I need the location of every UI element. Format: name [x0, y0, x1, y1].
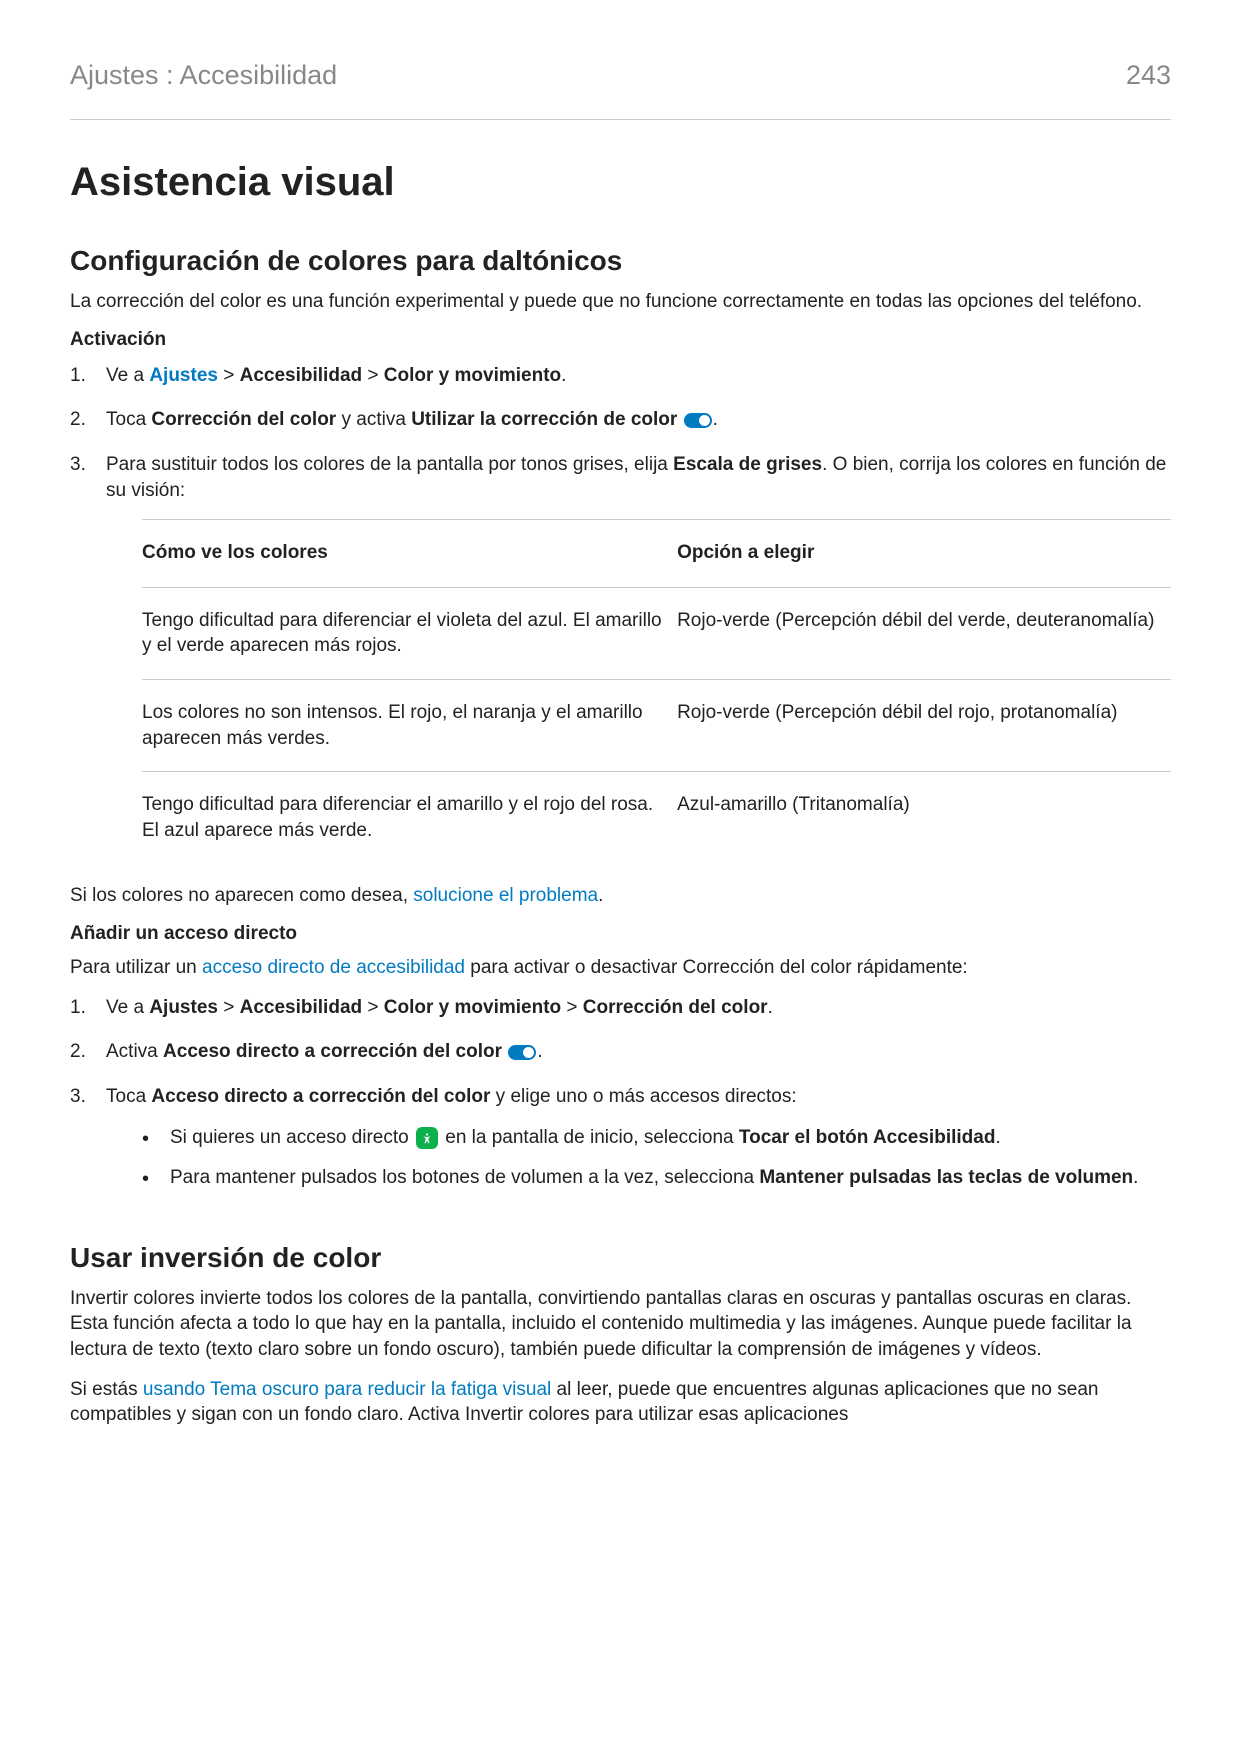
shortcut-intro: Para utilizar un acceso directo de acces…: [70, 955, 1171, 981]
step-3: Para sustituir todos los colores de la p…: [70, 452, 1171, 864]
text: en la pantalla de inicio, selecciona: [440, 1127, 739, 1148]
text: Accesibilidad: [240, 365, 363, 386]
settings-link[interactable]: Ajustes: [149, 365, 218, 386]
table-cell: Rojo-verde (Percepción débil del verde, …: [677, 587, 1171, 679]
toggle-on-icon: [684, 413, 712, 428]
color-table-wrap: Cómo ve los colores Opción a elegir Teng…: [142, 519, 1171, 863]
header-divider: [70, 119, 1171, 120]
section2-p1: Invertir colores invierte todos los colo…: [70, 1286, 1171, 1363]
text: Corrección del color: [151, 409, 336, 430]
table-row: Los colores no son intensos. El rojo, el…: [142, 679, 1171, 771]
text: Si estás: [70, 1379, 143, 1400]
text: .: [561, 365, 566, 386]
table-cell: Tengo dificultad para diferenciar el vio…: [142, 587, 677, 679]
text: .: [537, 1041, 542, 1062]
table-header-row: Cómo ve los colores Opción a elegir: [142, 520, 1171, 588]
shortcut-bullet-list: Si quieres un acceso directo en la panta…: [106, 1125, 1171, 1192]
text: .: [1133, 1167, 1138, 1188]
text: Ajustes: [149, 997, 218, 1018]
text: para activar o desactivar Corrección del…: [465, 957, 968, 978]
section1-intro: La corrección del color es una función e…: [70, 289, 1171, 315]
table-cell: Los colores no son intensos. El rojo, el…: [142, 679, 677, 771]
text: .: [713, 409, 718, 430]
text: Si quieres un acceso directo: [170, 1127, 414, 1148]
breadcrumb: Ajustes : Accesibilidad: [70, 60, 337, 91]
table-cell: Tengo dificultad para diferenciar el ama…: [142, 772, 677, 864]
toggle-on-icon: [508, 1045, 536, 1060]
text: >: [218, 365, 240, 386]
text: Toca: [106, 1086, 151, 1107]
text: Accesibilidad: [240, 997, 363, 1018]
text: Toca: [106, 409, 151, 430]
step-1: Ve a Ajustes > Accesibilidad > Color y m…: [70, 363, 1171, 390]
text: Activa: [106, 1041, 163, 1062]
text: y elige uno o más accesos directos:: [490, 1086, 796, 1107]
document-page: Ajustes : Accesibilidad 243 Asistencia v…: [0, 0, 1241, 1754]
text: Ve a: [106, 365, 149, 386]
page-title: Asistencia visual: [70, 160, 1171, 205]
text: >: [362, 997, 384, 1018]
text: y activa: [336, 409, 411, 430]
text: .: [768, 997, 773, 1018]
text: .: [598, 885, 603, 906]
post-table-paragraph: Si los colores no aparecen como desea, s…: [70, 883, 1171, 909]
text: Acceso directo a corrección del color: [151, 1086, 490, 1107]
shortcut-step-3: Toca Acceso directo a corrección del col…: [70, 1084, 1171, 1192]
text: >: [218, 997, 240, 1018]
text: Para utilizar un: [70, 957, 202, 978]
shortcut-steps: Ve a Ajustes > Accesibilidad > Color y m…: [70, 995, 1171, 1192]
table-row: Tengo dificultad para diferenciar el ama…: [142, 772, 1171, 864]
color-options-table: Cómo ve los colores Opción a elegir Teng…: [142, 519, 1171, 863]
shortcut-step-2: Activa Acceso directo a corrección del c…: [70, 1039, 1171, 1066]
text: .: [995, 1127, 1000, 1148]
text: Utilizar la corrección de color: [411, 409, 677, 430]
text: Escala de grises: [673, 454, 822, 475]
text: Color y movimiento: [384, 365, 561, 386]
text: Mantener pulsadas las teclas de volumen: [759, 1167, 1133, 1188]
text: Si los colores no aparecen como desea,: [70, 885, 413, 906]
table-header-option: Opción a elegir: [677, 520, 1171, 588]
accessibility-shortcut-link[interactable]: acceso directo de accesibilidad: [202, 957, 465, 978]
text: Para mantener pulsados los botones de vo…: [170, 1167, 759, 1188]
text: Ve a: [106, 997, 149, 1018]
step-2: Toca Corrección del color y activa Utili…: [70, 407, 1171, 434]
text: >: [561, 997, 583, 1018]
section-heading-color-config: Configuración de colores para daltónicos: [70, 245, 1171, 277]
shortcut-heading: Añadir un acceso directo: [70, 923, 1171, 945]
table-cell: Azul-amarillo (Tritanomalía): [677, 772, 1171, 864]
text: Tocar el botón Accesibilidad: [739, 1127, 996, 1148]
list-item: Si quieres un acceso directo en la panta…: [142, 1125, 1171, 1152]
activation-steps: Ve a Ajustes > Accesibilidad > Color y m…: [70, 363, 1171, 864]
dark-theme-link[interactable]: usando Tema oscuro para reducir la fatig…: [143, 1379, 551, 1400]
page-number: 243: [1126, 60, 1171, 91]
page-header: Ajustes : Accesibilidad 243: [70, 60, 1171, 91]
troubleshoot-link[interactable]: solucione el problema: [413, 885, 598, 906]
text: Acceso directo a corrección del color: [163, 1041, 502, 1062]
shortcut-step-1: Ve a Ajustes > Accesibilidad > Color y m…: [70, 995, 1171, 1022]
table-row: Tengo dificultad para diferenciar el vio…: [142, 587, 1171, 679]
accessibility-icon: [416, 1127, 438, 1149]
section2-p2: Si estás usando Tema oscuro para reducir…: [70, 1377, 1171, 1428]
text: Color y movimiento: [384, 997, 561, 1018]
table-header-how: Cómo ve los colores: [142, 520, 677, 588]
text: Para sustituir todos los colores de la p…: [106, 454, 673, 475]
text: Corrección del color: [583, 997, 768, 1018]
section-heading-invert: Usar inversión de color: [70, 1242, 1171, 1274]
text: >: [362, 365, 384, 386]
list-item: Para mantener pulsados los botones de vo…: [142, 1165, 1171, 1192]
activation-heading: Activación: [70, 329, 1171, 351]
table-cell: Rojo-verde (Percepción débil del rojo, p…: [677, 679, 1171, 771]
